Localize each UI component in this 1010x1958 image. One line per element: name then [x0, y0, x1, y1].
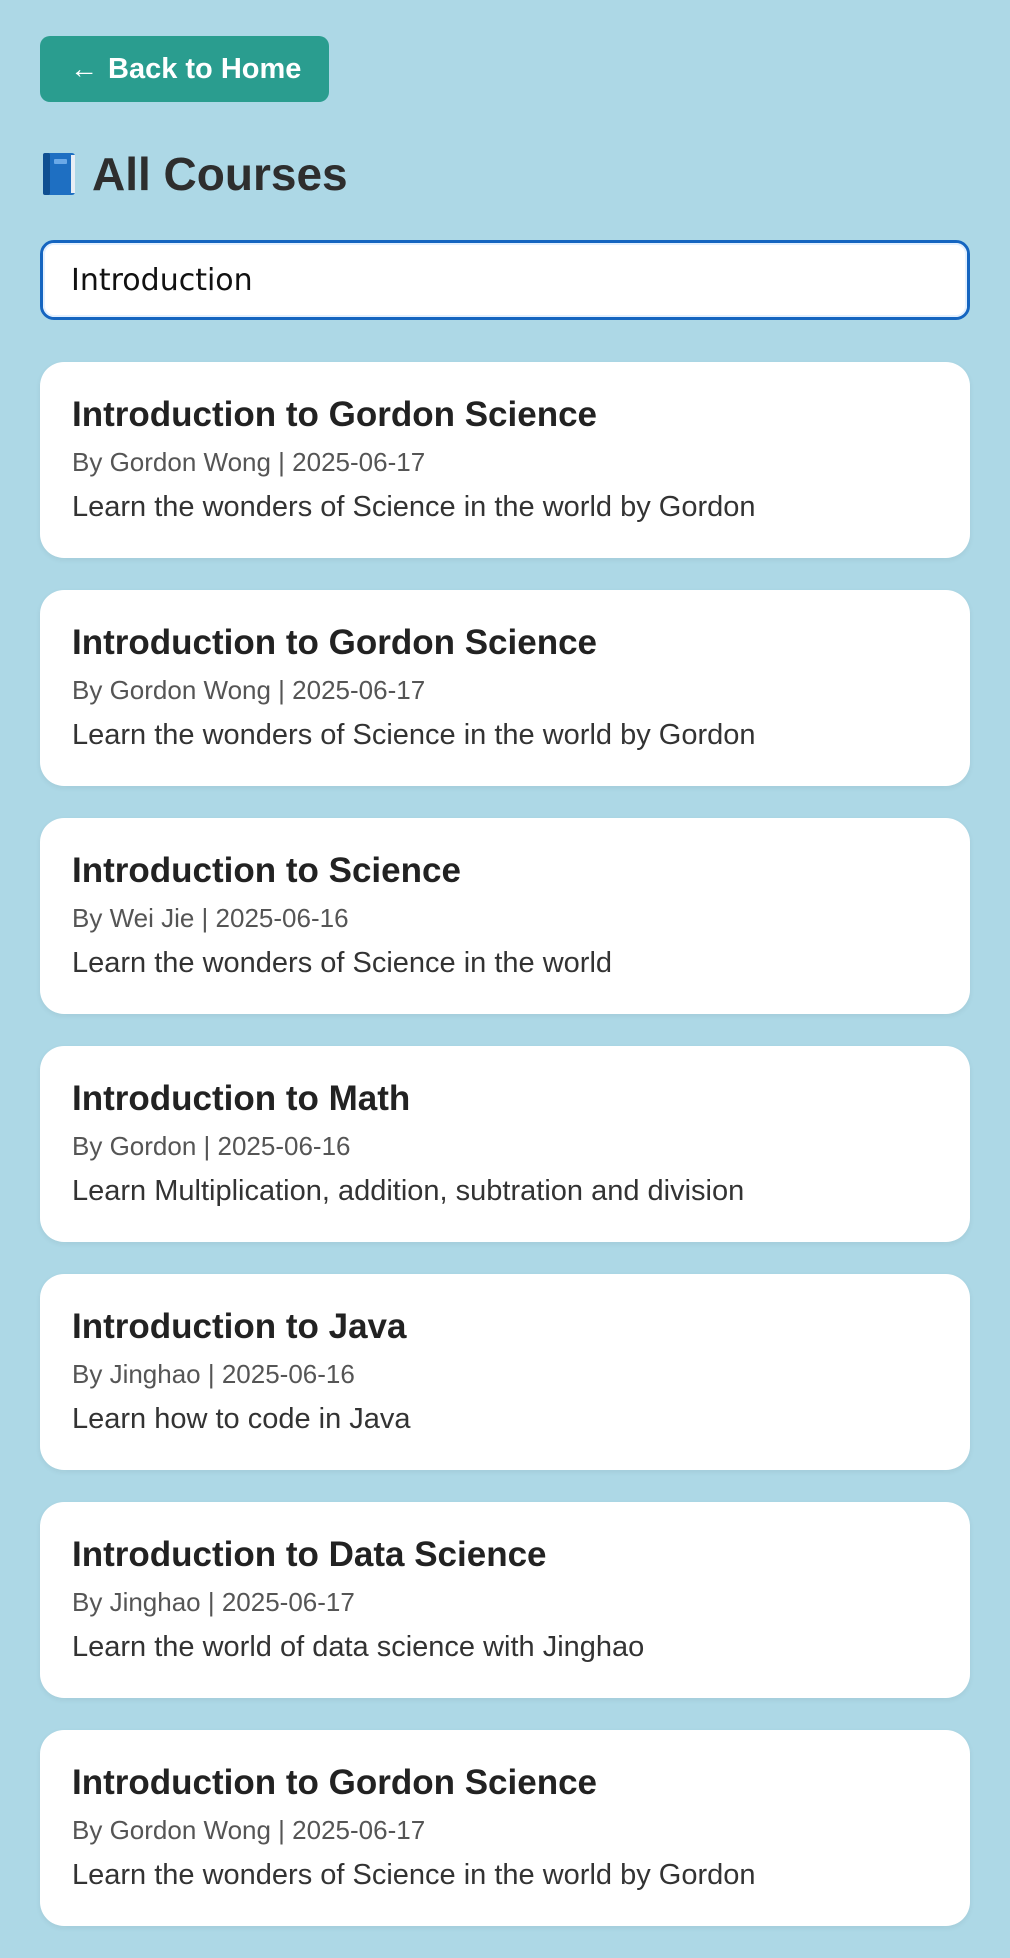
- course-card[interactable]: Introduction to Gordon Science By Gordon…: [40, 590, 970, 786]
- course-meta: By Gordon Wong | 2025-06-17: [72, 446, 426, 477]
- course-meta: By Gordon Wong | 2025-06-17: [72, 1814, 426, 1845]
- course-title: Introduction to Math: [72, 1079, 411, 1118]
- course-description: Learn the wonders of Science in the worl…: [72, 490, 756, 523]
- course-meta: By Jinghao | 2025-06-17: [72, 1586, 355, 1617]
- course-title: Introduction to Java: [72, 1307, 407, 1346]
- course-description: Learn Multiplication, addition, subtrati…: [72, 1174, 745, 1207]
- page-header: All Courses: [40, 144, 970, 204]
- course-title: Introduction to Gordon Science: [72, 623, 597, 662]
- page-title: All Courses: [92, 148, 348, 200]
- course-search-input[interactable]: [40, 240, 970, 320]
- course-card[interactable]: Introduction to Gordon Science By Gordon…: [40, 1730, 970, 1926]
- course-description: Learn the wonders of Science in the worl…: [72, 946, 613, 979]
- course-description: Learn the wonders of Science in the worl…: [72, 718, 756, 751]
- course-description: Learn how to code in Java: [72, 1402, 411, 1435]
- course-description: Learn the wonders of Science in the worl…: [72, 1858, 756, 1891]
- courses-page: ← Back to Home All Courses Introduction …: [40, 36, 970, 1958]
- course-title: Introduction to Science: [72, 851, 461, 890]
- blue-book-icon: [40, 151, 78, 197]
- course-description: Learn the world of data science with Jin…: [72, 1630, 645, 1663]
- course-card[interactable]: Introduction to Science By Wei Jie | 202…: [40, 818, 970, 1014]
- course-meta: By Wei Jie | 2025-06-16: [72, 902, 349, 933]
- course-card[interactable]: Introduction to Math By Gordon | 2025-06…: [40, 1046, 970, 1242]
- course-card[interactable]: Introduction to Data Science By Jinghao …: [40, 1502, 970, 1698]
- course-title: Introduction to Gordon Science: [72, 1763, 597, 1802]
- course-title: Introduction to Gordon Science: [72, 395, 597, 434]
- course-card[interactable]: Introduction to Gordon Science By Gordon…: [40, 362, 970, 558]
- course-title: Introduction to Data Science: [72, 1535, 547, 1574]
- course-list: Introduction to Gordon Science By Gordon…: [40, 362, 970, 1926]
- arrow-left-icon: ←: [70, 53, 98, 84]
- course-meta: By Gordon | 2025-06-16: [72, 1130, 351, 1161]
- course-card[interactable]: Introduction to Java By Jinghao | 2025-0…: [40, 1274, 970, 1470]
- back-button-label: Back to Home: [108, 52, 302, 85]
- back-to-home-button[interactable]: ← Back to Home: [40, 36, 330, 102]
- course-meta: By Gordon Wong | 2025-06-17: [72, 674, 426, 705]
- course-meta: By Jinghao | 2025-06-16: [72, 1358, 355, 1389]
